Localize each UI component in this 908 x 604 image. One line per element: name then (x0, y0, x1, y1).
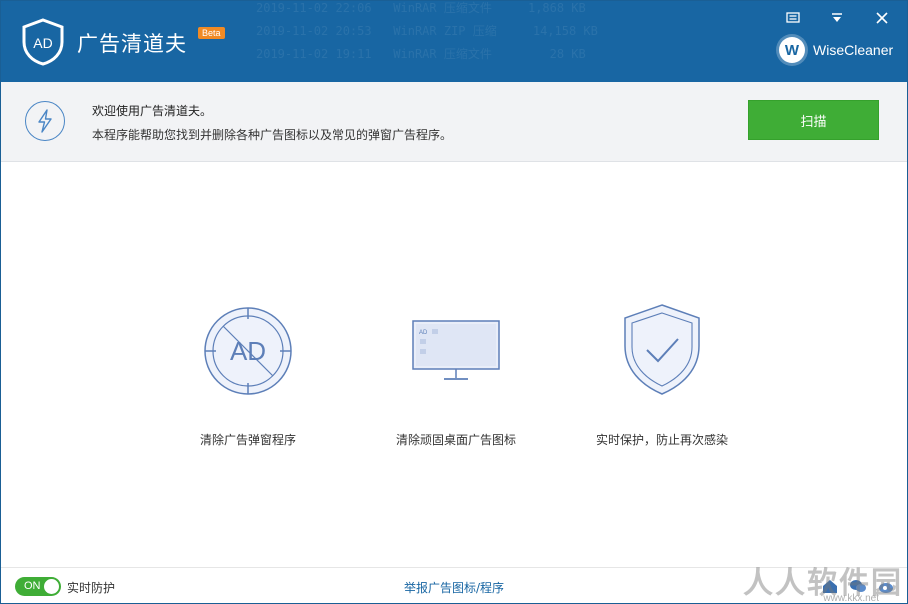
toggle-state-label: ON (24, 580, 41, 592)
dropdown-icon[interactable] (826, 9, 848, 27)
svg-text:AD: AD (419, 330, 428, 336)
feature-label: 清除顽固桌面广告图标 (395, 433, 516, 447)
welcome-description: 本程序能帮助您找到并删除各种广告图标以及常见的弹窗广告程序。 (92, 128, 453, 142)
background-ghost-text: 2019-11-02 22:06 WinRAR 压缩文件 1,868 KB 20… (256, 1, 598, 61)
brand[interactable]: W WiseCleaner (779, 37, 893, 63)
toggle-knob (44, 579, 59, 594)
realtime-toggle[interactable]: ON (15, 577, 61, 596)
shield-check-icon (624, 304, 700, 395)
watermark-url: www.kkx.net (823, 593, 879, 604)
beta-badge: Beta (198, 27, 225, 39)
wisecleaner-logo-icon: W (779, 37, 805, 63)
report-ad-link[interactable]: 举报广告图标/程序 (404, 579, 504, 596)
menu-icon[interactable] (782, 9, 804, 27)
feature-desktop-icon-cleaner: AD 清除顽固桌面广告图标 (356, 301, 556, 448)
monitor-icon: AD (412, 320, 500, 380)
app-title: 广告清道夫 (77, 32, 187, 56)
svg-text:AD: AD (33, 35, 52, 51)
realtime-protection-label: 实时防护 (67, 581, 116, 595)
app-window: 2019-11-02 22:06 WinRAR 压缩文件 1,868 KB 20… (0, 0, 908, 604)
welcome-title: 欢迎使用广告清道夫。 (92, 104, 213, 118)
svg-text:AD: AD (230, 336, 266, 366)
info-bar: 欢迎使用广告清道夫。 本程序能帮助您找到并删除各种广告图标以及常见的弹窗广告程序… (1, 82, 907, 162)
lightning-icon (25, 101, 65, 141)
ad-shield-logo-icon: AD (22, 18, 64, 66)
feature-label: 实时保护，防止再次感染 (595, 433, 728, 447)
footer-bar: ON 实时防护 举报广告图标/程序 人人软件园 www.kkx.net (1, 566, 907, 604)
brand-name: WiseCleaner (813, 42, 894, 58)
scan-button[interactable]: 扫描 (748, 100, 879, 140)
feature-popup-cleaner: AD 清除广告弹窗程序 (148, 301, 348, 448)
close-icon[interactable] (871, 9, 893, 27)
feature-label: 清除广告弹窗程序 (199, 433, 296, 447)
title-bar: 2019-11-02 22:06 WinRAR 压缩文件 1,868 KB 20… (1, 1, 907, 82)
ad-target-icon: AD (204, 307, 292, 395)
feature-realtime-protection: 实时保护，防止再次感染 (562, 301, 762, 448)
